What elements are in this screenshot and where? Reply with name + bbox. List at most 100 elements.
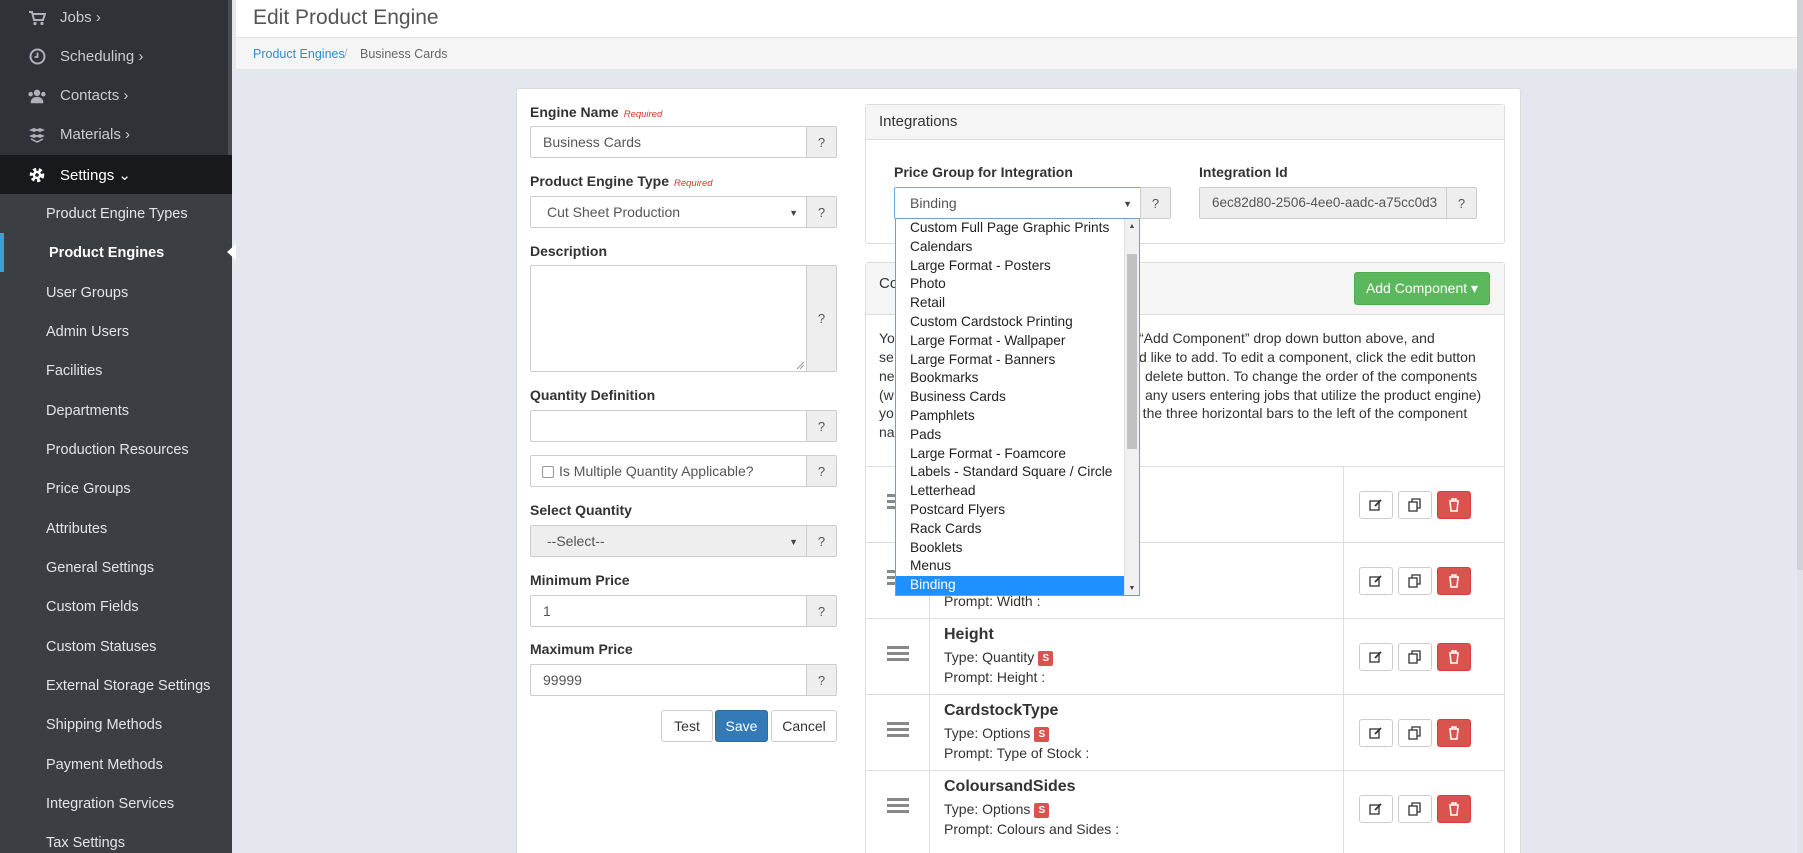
- save-button[interactable]: Save: [715, 710, 768, 742]
- copy-button[interactable]: [1398, 719, 1432, 747]
- copy-icon: [1408, 802, 1421, 816]
- price-group-select[interactable]: Binding ▼: [894, 187, 1141, 219]
- dropdown-option[interactable]: Letterhead: [896, 482, 1124, 501]
- sidebar-item-general-settings[interactable]: General Settings: [0, 548, 232, 587]
- dropdown-option[interactable]: Large Format - Wallpaper: [896, 332, 1124, 351]
- dropdown-option[interactable]: Postcard Flyers: [896, 501, 1124, 520]
- dropdown-option[interactable]: Large Format - Posters: [896, 257, 1124, 276]
- page-scrollbar[interactable]: [1797, 0, 1803, 853]
- edit-button[interactable]: [1359, 491, 1393, 519]
- product-engine-type-select[interactable]: Cut Sheet Production ▼: [530, 196, 807, 228]
- dropdown-option[interactable]: Labels - Standard Square / Circle: [896, 463, 1124, 482]
- edit-button[interactable]: [1359, 795, 1393, 823]
- delete-button[interactable]: [1437, 795, 1471, 823]
- select-quantity-select[interactable]: --Select-- ▼: [530, 525, 807, 557]
- integration-id-help-button[interactable]: ?: [1446, 187, 1477, 219]
- edit-button[interactable]: [1359, 719, 1393, 747]
- sidebar-item-materials[interactable]: Materials ›: [0, 115, 232, 154]
- price-group-help-button[interactable]: ?: [1140, 187, 1171, 219]
- delete-button[interactable]: [1437, 719, 1471, 747]
- sidebar-item-admin-users[interactable]: Admin Users: [0, 312, 232, 351]
- dropdown-option[interactable]: Rack Cards: [896, 520, 1124, 539]
- drag-handle-icon[interactable]: [887, 722, 909, 740]
- description-help-button[interactable]: ?: [806, 265, 837, 372]
- copy-button[interactable]: [1398, 643, 1432, 671]
- minimum-price-help-button[interactable]: ?: [806, 595, 837, 627]
- sidebar-item-user-groups[interactable]: User Groups: [0, 273, 232, 312]
- settings-submenu: Product Engine Types Product Engines Use…: [0, 194, 236, 853]
- copy-button[interactable]: [1398, 795, 1432, 823]
- sidebar-item-product-engines[interactable]: Product Engines: [0, 233, 236, 272]
- sidebar-item-product-engine-types[interactable]: Product Engine Types: [0, 194, 232, 233]
- dropdown-option[interactable]: Custom Full Page Graphic Prints: [896, 219, 1124, 238]
- description-textarea[interactable]: [530, 265, 807, 372]
- sidebar-item-custom-fields[interactable]: Custom Fields: [0, 587, 232, 626]
- maximum-price-help-button[interactable]: ?: [806, 664, 837, 696]
- status-badge: S: [1038, 651, 1054, 666]
- sidebar-item-attributes[interactable]: Attributes: [0, 509, 232, 548]
- select-quantity-help-button[interactable]: ?: [806, 525, 837, 557]
- maximum-price-input[interactable]: 99999: [530, 664, 807, 696]
- drag-handle-icon[interactable]: [887, 646, 909, 664]
- cancel-button[interactable]: Cancel: [771, 710, 837, 742]
- type-help-button[interactable]: ?: [806, 196, 837, 228]
- dropdown-option[interactable]: Calendars: [896, 238, 1124, 257]
- add-component-button[interactable]: Add Component ▾: [1354, 272, 1490, 305]
- sidebar-item-production-resources[interactable]: Production Resources: [0, 430, 232, 469]
- dropdown-option[interactable]: Bookmarks: [896, 369, 1124, 388]
- sidebar-item-contacts[interactable]: Contacts ›: [0, 76, 232, 115]
- minimum-price-input[interactable]: 1: [530, 595, 807, 627]
- quantity-definition-help-button[interactable]: ?: [806, 410, 837, 442]
- dropdown-scrollbar[interactable]: ▲ ▼: [1124, 219, 1139, 595]
- dropdown-option[interactable]: Custom Cardstock Printing: [896, 313, 1124, 332]
- sidebar-item-facilities[interactable]: Facilities: [0, 351, 232, 390]
- delete-button[interactable]: [1437, 567, 1471, 595]
- resize-grip-icon[interactable]: [796, 361, 805, 370]
- sidebar-item-departments[interactable]: Departments: [0, 391, 232, 430]
- dropdown-option-selected[interactable]: Binding: [896, 576, 1124, 595]
- dropdown-option[interactable]: Pamphlets: [896, 407, 1124, 426]
- edit-button[interactable]: [1359, 567, 1393, 595]
- sidebar-item-custom-statuses[interactable]: Custom Statuses: [0, 627, 232, 666]
- multiple-quantity-checkbox[interactable]: [542, 466, 554, 478]
- dropdown-option[interactable]: Business Cards: [896, 388, 1124, 407]
- delete-button[interactable]: [1437, 491, 1471, 519]
- scroll-up-icon[interactable]: ▲: [1125, 219, 1139, 233]
- integration-id-input[interactable]: 6ec82d80-2506-4ee0-aadc-a75cc0d3: [1199, 187, 1447, 219]
- instruction-text: se: [879, 349, 894, 365]
- sidebar-item-settings[interactable]: Settings ⌄: [0, 155, 232, 194]
- sidebar-item-external-storage-settings[interactable]: External Storage Settings: [0, 666, 232, 705]
- dropdown-option[interactable]: Retail: [896, 294, 1124, 313]
- engine-name-input[interactable]: Business Cards: [530, 126, 807, 158]
- copy-button[interactable]: [1398, 567, 1432, 595]
- quantity-definition-label: Quantity Definition: [530, 387, 656, 403]
- sidebar-item-payment-methods[interactable]: Payment Methods: [0, 745, 232, 784]
- page-scrollbar-thumb[interactable]: [1797, 0, 1803, 570]
- sidebar-item-label: Price Groups: [46, 480, 131, 497]
- dropdown-option[interactable]: Menus: [896, 557, 1124, 576]
- quantity-definition-input[interactable]: [530, 410, 807, 442]
- test-button[interactable]: Test: [661, 710, 713, 742]
- dropdown-scrollbar-thumb[interactable]: [1127, 254, 1137, 449]
- sidebar-item-scheduling[interactable]: Scheduling ›: [0, 37, 232, 76]
- dropdown-option[interactable]: Large Format - Foamcore: [896, 445, 1124, 464]
- multiple-quantity-help-button[interactable]: ?: [806, 455, 837, 487]
- sidebar-item-price-groups[interactable]: Price Groups: [0, 469, 232, 508]
- engine-name-help-button[interactable]: ?: [806, 126, 837, 158]
- sidebar-item-integration-services[interactable]: Integration Services: [0, 784, 232, 823]
- sidebar-item-tax-settings[interactable]: Tax Settings: [0, 823, 232, 853]
- scroll-down-icon[interactable]: ▼: [1125, 581, 1139, 595]
- sidebar-item-shipping-methods[interactable]: Shipping Methods: [0, 705, 232, 744]
- drag-handle-icon[interactable]: [887, 798, 909, 816]
- sidebar-item-jobs[interactable]: Jobs ›: [0, 0, 232, 37]
- copy-button[interactable]: [1398, 491, 1432, 519]
- dropdown-option[interactable]: Large Format - Banners: [896, 351, 1124, 370]
- delete-button[interactable]: [1437, 643, 1471, 671]
- dropdown-option[interactable]: Booklets: [896, 539, 1124, 558]
- price-group-dropdown-list[interactable]: Custom Full Page Graphic Prints Calendar…: [895, 218, 1140, 596]
- dropdown-option[interactable]: Pads: [896, 426, 1124, 445]
- breadcrumb-link-product-engines[interactable]: Product Engines: [253, 47, 345, 61]
- dropdown-option[interactable]: Photo: [896, 275, 1124, 294]
- edit-button[interactable]: [1359, 643, 1393, 671]
- instruction-text: d like to add. To edit a component, clic…: [1139, 349, 1476, 365]
